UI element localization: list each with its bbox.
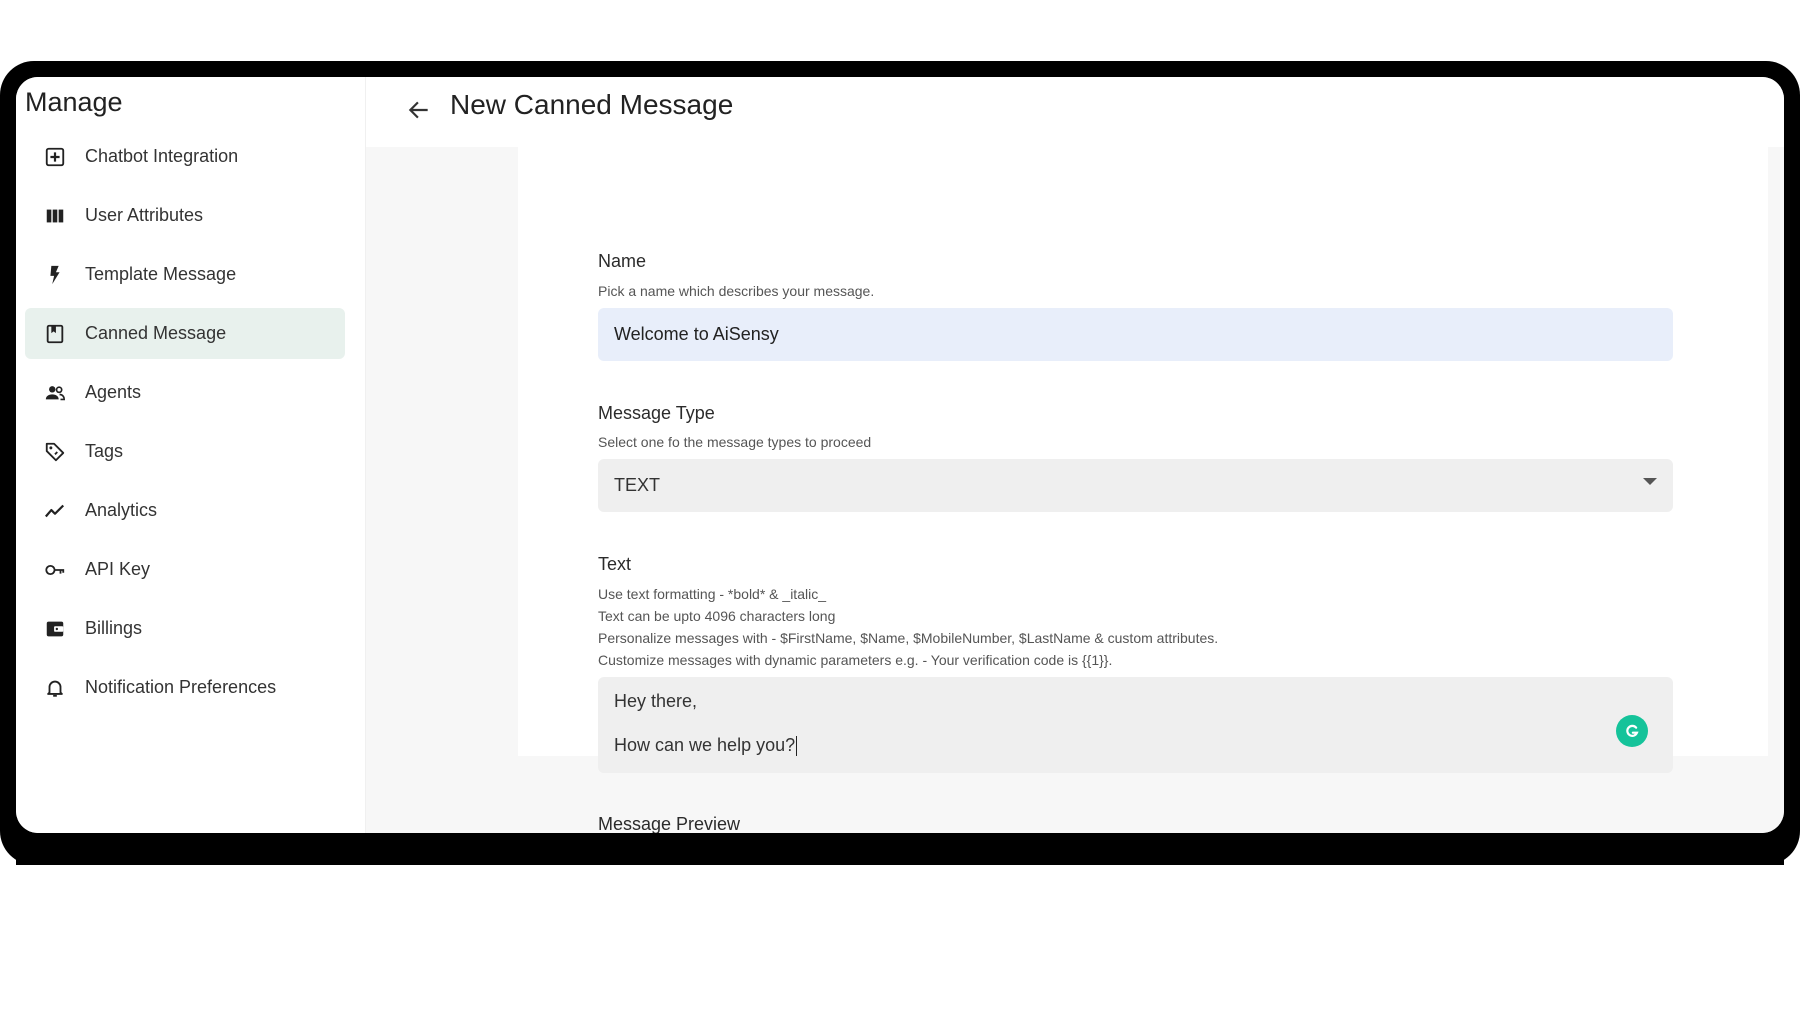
text-hint-formatting: Use text formatting - *bold* & _italic_ [598,586,826,602]
sidebar-item-label: User Attributes [85,205,204,225]
sidebar-item-label: Analytics [85,500,158,520]
message-type-select[interactable]: TEXT [598,459,1673,512]
sidebar-item-label: Agents [85,382,142,402]
sidebar-item-agents[interactable]: Agents [25,367,345,418]
sidebar-item-chatbot-integration[interactable]: Chatbot Integration [25,131,345,182]
sidebar-item-notification-preferences[interactable]: Notification Preferences [25,662,345,713]
grammarly-icon[interactable] [1616,715,1648,747]
bookmark-page-icon [25,323,85,345]
sidebar-title: Manage [25,87,123,117]
sidebar-item-user-attributes[interactable]: User Attributes [25,190,345,241]
sidebar-item-label: Billings [85,618,143,638]
sidebar-item-api-key[interactable]: API Key [25,544,345,595]
people-icon [25,382,85,404]
text-label: Text [598,554,632,574]
sidebar-item-label: Tags [85,441,124,461]
arrow-left-icon [408,101,428,119]
wallet-icon [25,618,85,640]
message-type-hint: Select one fo the message types to proce… [598,434,872,450]
message-type-value: TEXT [614,475,661,495]
bell-icon [25,677,85,699]
name-label: Name [598,251,647,271]
sidebar-item-label: Chatbot Integration [85,146,239,166]
lightning-bolt-icon [25,264,85,286]
message-text-input[interactable]: Hey there, How can we help you? [598,677,1673,773]
add-box-icon [25,146,85,168]
sidebar-item-label: API Key [85,559,151,579]
text-hint-length: Text can be upto 4096 characters long [598,608,836,624]
message-text-line-content: How can we help you? [614,735,796,755]
text-hint-personalize: Personalize messages with - $FirstName, … [598,630,1219,646]
message-text-line: Hey there, [614,691,698,711]
name-input[interactable]: Welcome to AiSensy [598,308,1673,361]
name-hint: Pick a name which describes your message… [598,283,875,299]
tag-icon [25,441,85,463]
grammarly-g-icon [1626,724,1639,737]
text-cursor [796,736,798,757]
sidebar-item-analytics[interactable]: Analytics [25,485,345,536]
message-text-line: How can we help you? [614,735,1657,757]
sidebar-item-label: Template Message [85,264,237,284]
trend-line-icon [25,500,85,522]
key-icon [25,559,85,581]
sidebar: Manage Chatbot Integration User Attribut… [16,77,366,833]
sidebar-item-billings[interactable]: Billings [25,603,345,654]
text-hint-parameters: Customize messages with dynamic paramete… [598,652,1113,668]
sidebar-item-template-message[interactable]: Template Message [25,249,345,300]
chevron-down-icon [1643,478,1657,485]
message-type-label: Message Type [598,403,715,423]
message-preview-label: Message Preview [598,814,741,834]
sidebar-item-tags[interactable]: Tags [25,426,345,477]
columns-icon [25,205,85,227]
sidebar-item-label: Notification Preferences [85,677,277,697]
frame-bottom-bezel [16,833,1784,865]
back-button[interactable] [402,93,436,127]
page-title: New Canned Message [450,89,734,120]
sidebar-item-label: Canned Message [85,323,227,343]
sidebar-item-canned-message[interactable]: Canned Message [25,308,345,359]
